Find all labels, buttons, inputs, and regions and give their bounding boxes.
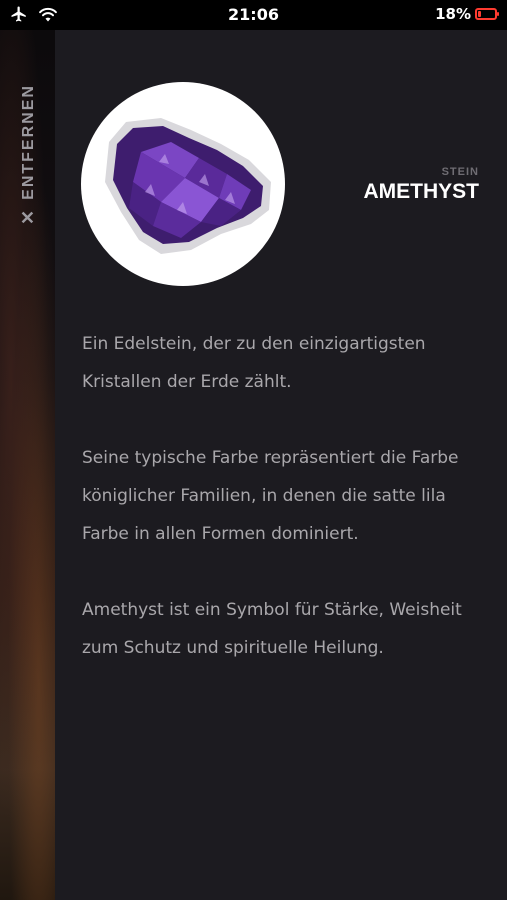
description-paragraph: Ein Edelstein, der zu den einzigartigste… [82, 334, 426, 392]
battery-level [478, 11, 481, 17]
status-time: 21:06 [228, 5, 279, 24]
status-icons-right: 18% [435, 5, 499, 23]
remove-label: ENTFERNEN [19, 83, 36, 200]
stone-type-label: STEIN [441, 166, 479, 178]
battery-percent: 18% [435, 5, 471, 23]
stone-detail-panel: STEIN AMETHYST Ein Edelstein, der zu den… [55, 30, 507, 900]
battery-icon [475, 8, 499, 20]
stone-image [81, 82, 285, 286]
stone-description: Ein Edelstein, der zu den einzigartigste… [82, 325, 482, 705]
side-strip: ✕ ENTFERNEN [0, 30, 55, 900]
stone-name: AMETHYST [363, 180, 480, 203]
description-paragraph: Amethyst ist ein Symbol für Stärke, Weis… [82, 600, 462, 658]
remove-button[interactable]: ✕ ENTFERNEN [5, 70, 51, 240]
status-bar: 21:06 18% [0, 0, 507, 30]
close-icon: ✕ [19, 207, 37, 228]
description-paragraph: Seine typische Farbe repräsentiert die F… [82, 448, 459, 544]
